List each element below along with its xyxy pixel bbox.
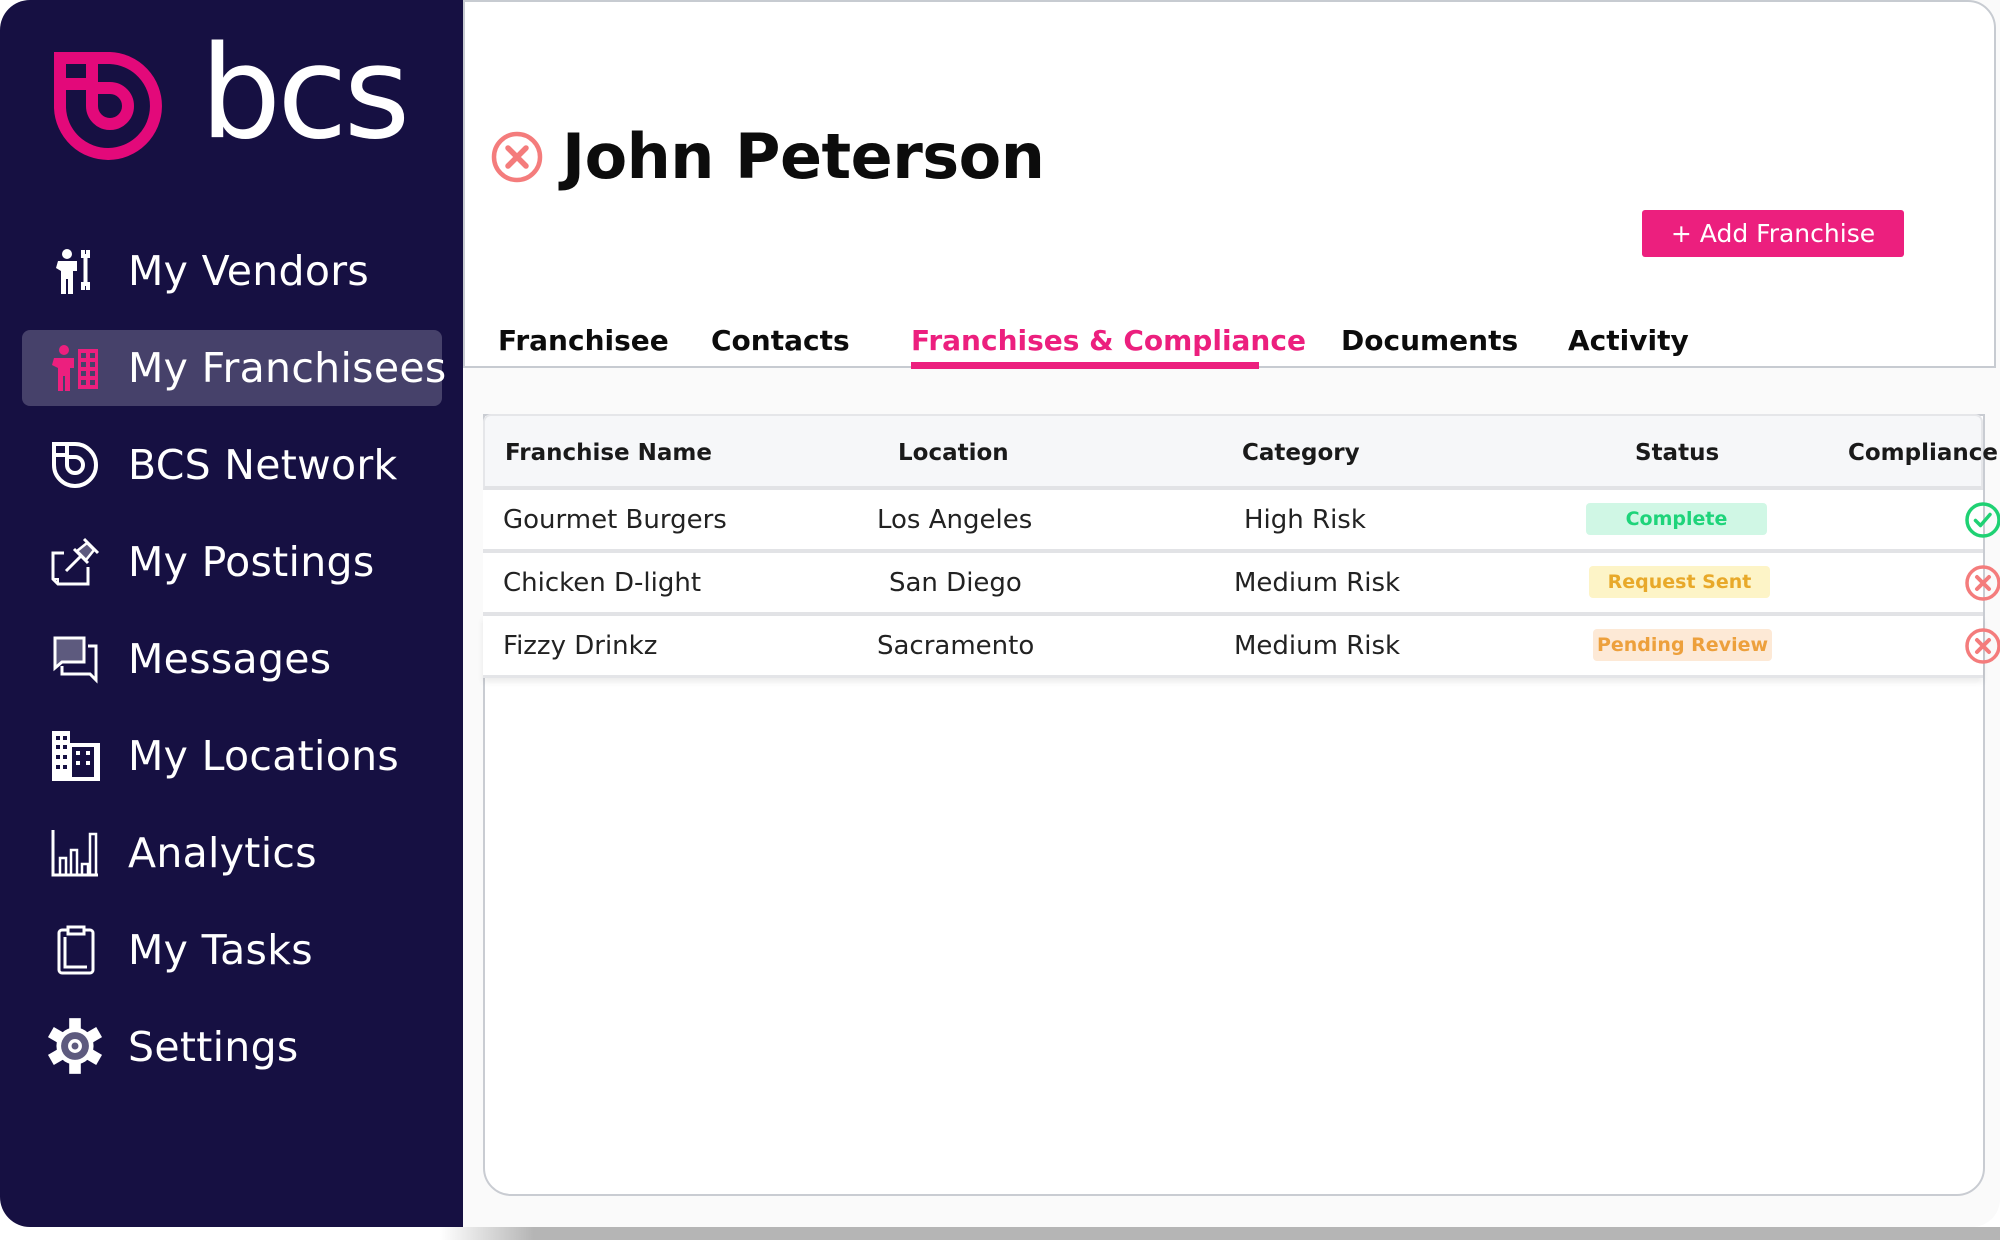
franchise-name-cell: Chicken D-light (503, 568, 702, 598)
status-badge: Pending Review (1593, 629, 1772, 661)
compliant-check-icon (1965, 502, 2000, 538)
non-compliant-icon (1965, 628, 2000, 664)
column-header-status[interactable]: Status (1635, 440, 1719, 466)
sidebar-item-my-postings[interactable]: My Postings (22, 524, 442, 600)
non-compliant-icon (1965, 565, 2000, 601)
category-cell: Medium Risk (1234, 568, 1401, 598)
posting-icon (51, 537, 100, 586)
category-cell: High Risk (1244, 505, 1366, 535)
sidebar-item-label: My Postings (128, 538, 375, 586)
active-tab-indicator (911, 362, 1259, 369)
window-shadow (440, 1227, 2000, 1240)
messages-icon (53, 636, 98, 684)
analytics-icon (51, 830, 98, 877)
column-header-compliance[interactable]: Compliance (1848, 440, 1998, 466)
bcs-logo[interactable]: bcs (52, 30, 412, 165)
non-compliant-icon (491, 131, 543, 182)
tab-bar: Franchisee Contacts Franchises & Complia… (465, 312, 1994, 369)
locations-icon (52, 731, 100, 781)
sidebar-item-label: My Tasks (128, 926, 313, 974)
location-cell: Sacramento (877, 631, 1035, 661)
tasks-icon (57, 925, 95, 975)
column-header-location[interactable]: Location (898, 440, 1009, 466)
tab-activity[interactable]: Activity (1568, 324, 1689, 357)
sidebar-item-my-tasks[interactable]: My Tasks (22, 912, 442, 988)
franchise-name-cell: Fizzy Drinkz (503, 631, 658, 661)
title-row: John Peterson (490, 120, 1045, 193)
table-row[interactable]: Fizzy Drinkz Sacramento Medium Risk Pend… (483, 616, 2000, 678)
page-title: John Peterson (562, 120, 1045, 193)
tab-contacts[interactable]: Contacts (711, 324, 850, 357)
category-cell: Medium Risk (1234, 631, 1401, 661)
sidebar-item-label: Analytics (128, 829, 317, 877)
franchises-table: Franchise Name Location Category Status … (483, 414, 2000, 678)
tab-franchisee[interactable]: Franchisee (498, 324, 669, 357)
sidebar-item-messages[interactable]: Messages (22, 621, 442, 697)
status-badge: Request Sent (1589, 566, 1770, 598)
sidebar-item-label: My Franchisees (128, 344, 447, 392)
add-franchise-button[interactable]: + Add Franchise (1642, 210, 1904, 257)
location-cell: San Diego (889, 568, 1022, 598)
table-row[interactable]: Gourmet Burgers Los Angeles High Risk Co… (483, 490, 2000, 553)
settings-icon (47, 1018, 103, 1074)
bcs-network-icon (52, 442, 98, 488)
sidebar-item-label: BCS Network (128, 441, 398, 489)
sidebar-nav: My Vendors My Franchisees BCS Network My… (22, 233, 446, 1106)
sidebar: bcs My Vendors My Franchisees BCS Networ… (0, 0, 463, 1227)
bcs-logo-icon (54, 52, 162, 160)
table-header: Franchise Name Location Category Status … (483, 414, 1998, 490)
sidebar-item-bcs-network[interactable]: BCS Network (22, 427, 442, 503)
sidebar-item-label: Messages (128, 635, 332, 683)
status-badge: Complete (1586, 503, 1767, 535)
franchisee-header: John Peterson + Add Franchise Franchisee… (463, 0, 1996, 369)
tab-documents[interactable]: Documents (1341, 324, 1518, 357)
tab-franchises-compliance[interactable]: Franchises & Compliance (911, 324, 1306, 357)
sidebar-item-my-franchisees[interactable]: My Franchisees (22, 330, 446, 406)
column-header-category[interactable]: Category (1242, 440, 1360, 466)
logo-text: bcs (200, 19, 410, 168)
sidebar-item-my-locations[interactable]: My Locations (22, 718, 442, 794)
sidebar-item-label: My Locations (128, 732, 400, 780)
sidebar-item-settings[interactable]: Settings (22, 1009, 442, 1085)
sidebar-item-analytics[interactable]: Analytics (22, 815, 442, 891)
sidebar-item-label: Settings (128, 1023, 299, 1071)
main-panel: John Peterson + Add Franchise Franchisee… (463, 0, 2000, 1227)
sidebar-item-label: My Vendors (128, 247, 370, 295)
franchisee-icon (52, 345, 98, 391)
sidebar-item-my-vendors[interactable]: My Vendors (22, 233, 442, 309)
vendor-icon (56, 249, 90, 294)
franchise-name-cell: Gourmet Burgers (503, 505, 727, 535)
table-row[interactable]: Chicken D-light San Diego Medium Risk Re… (483, 553, 2000, 616)
column-header-franchise-name[interactable]: Franchise Name (505, 440, 712, 466)
location-cell: Los Angeles (877, 505, 1033, 535)
